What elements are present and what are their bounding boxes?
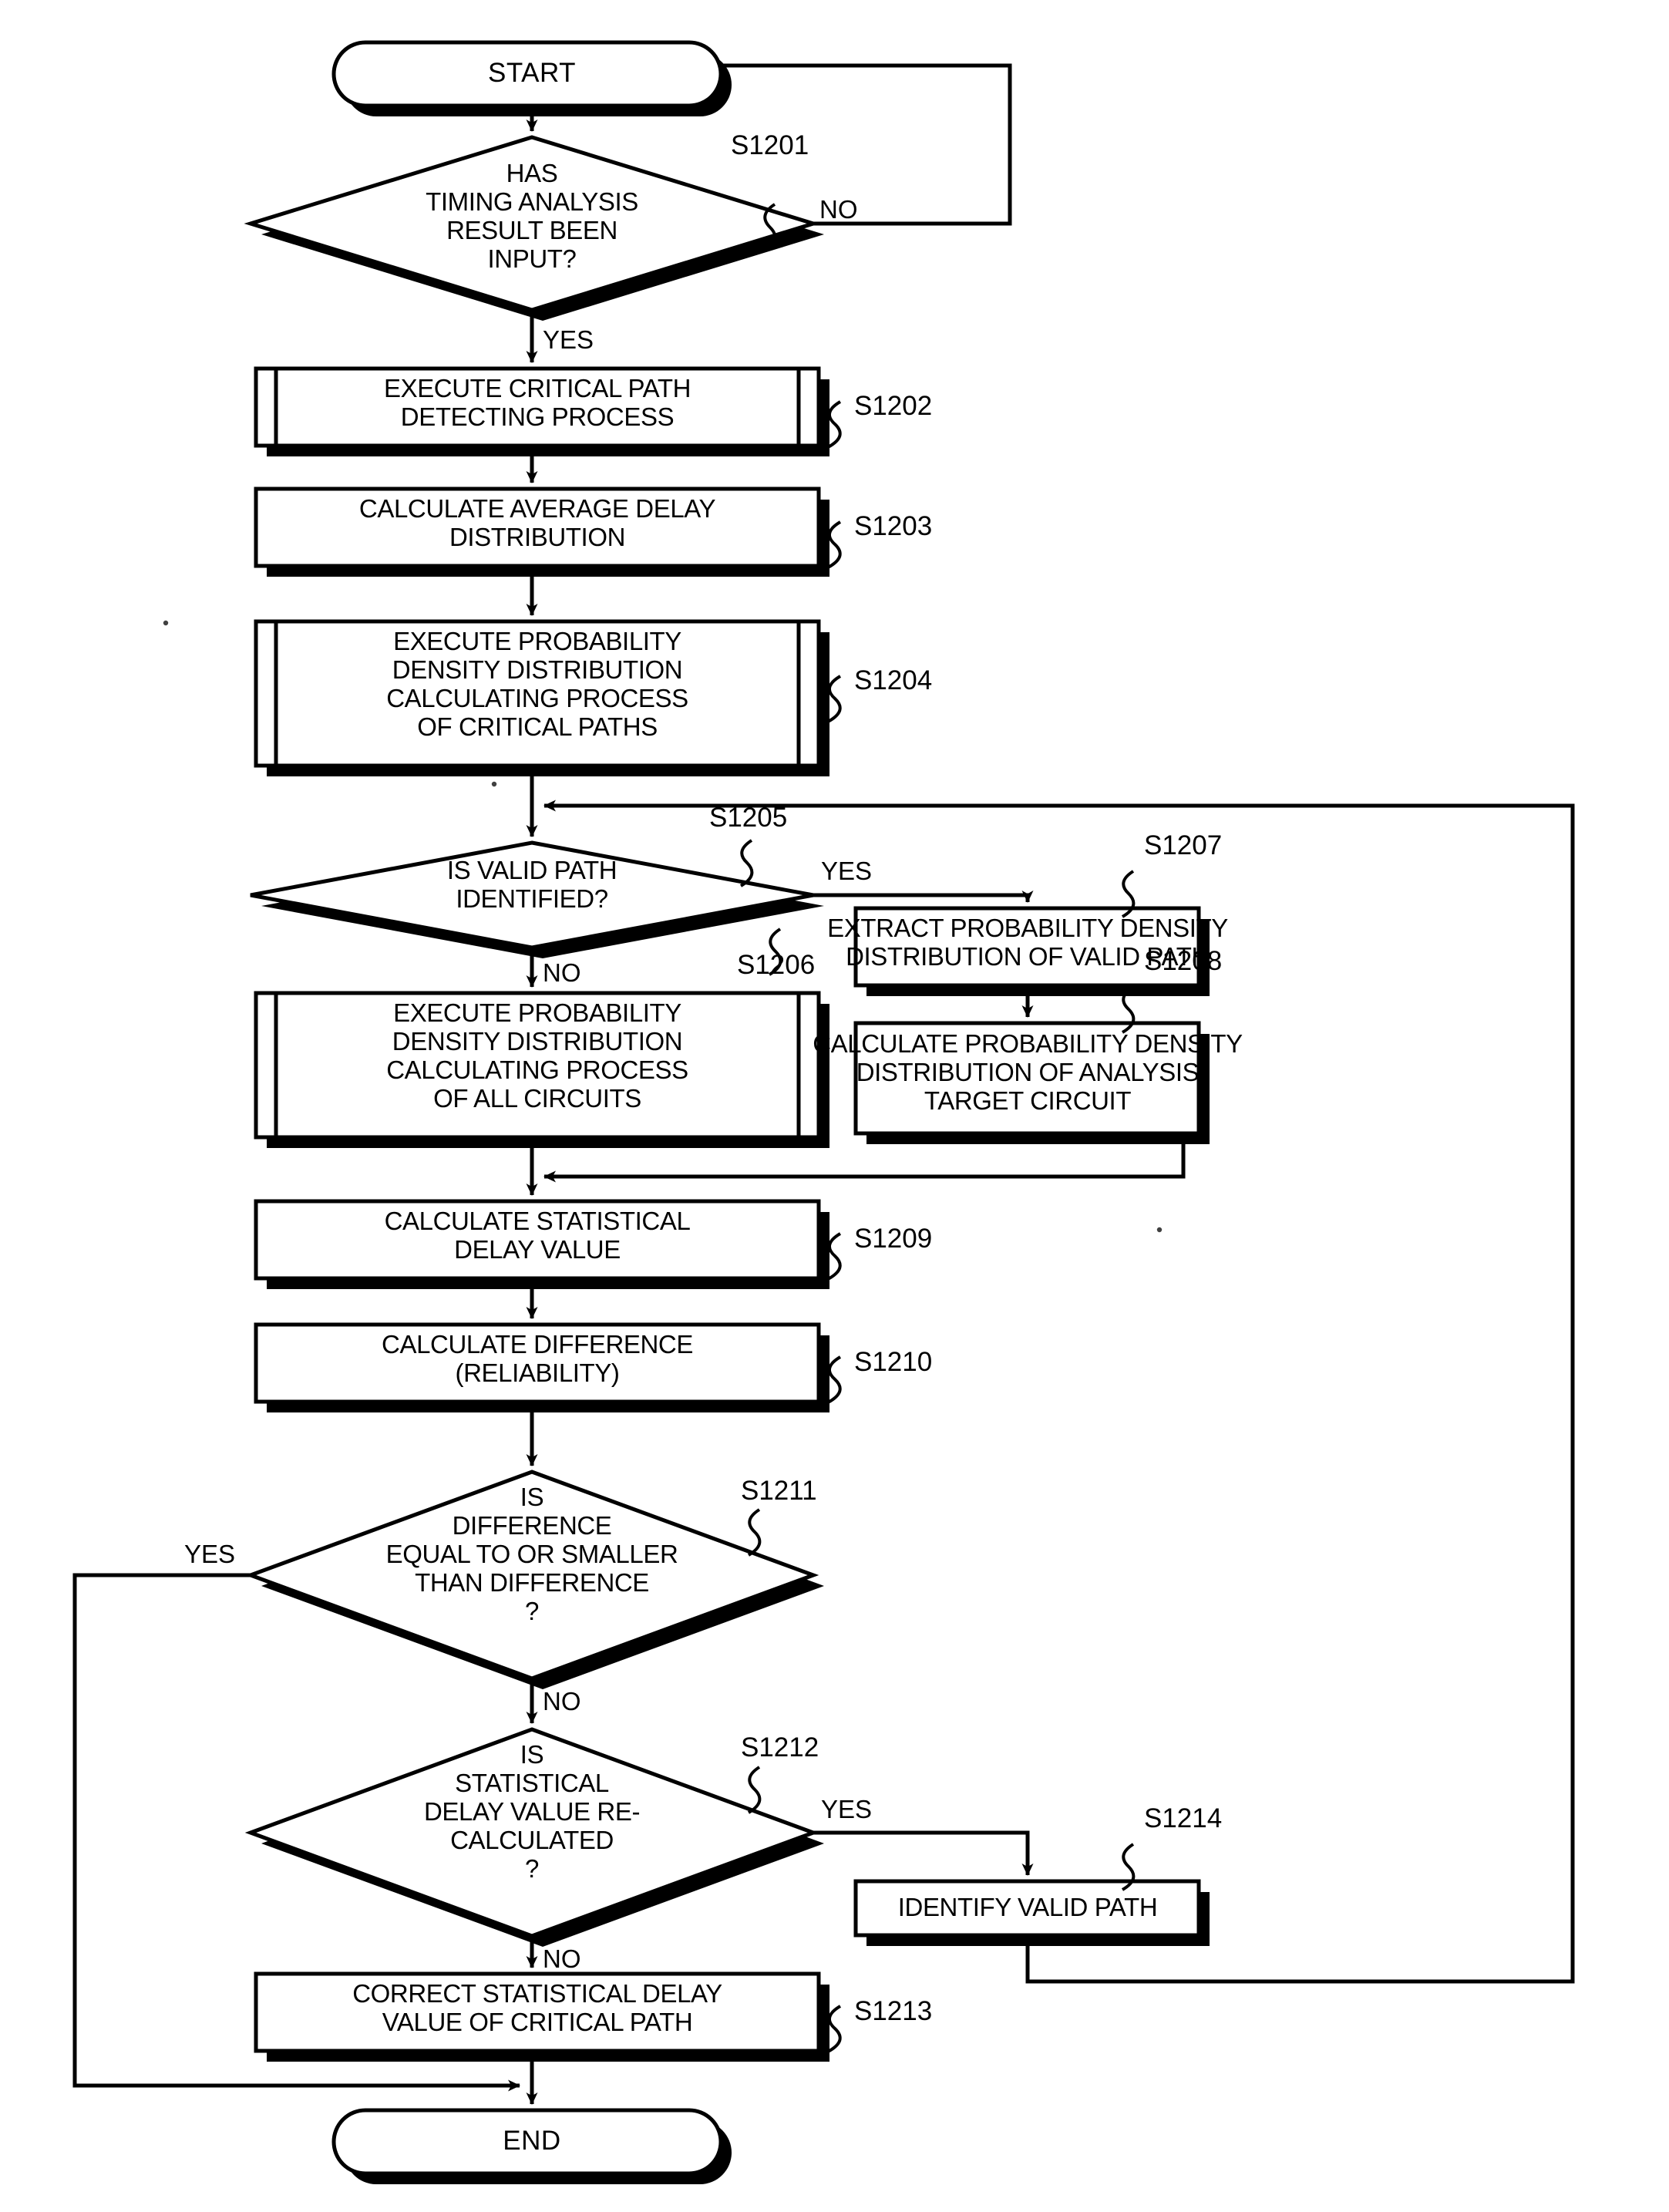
flowchart-canvas: START HAS TIMING ANALYSIS RESULT BEEN IN… [0, 0, 1669, 2212]
flowchart-graphics [72, 40, 1575, 2184]
